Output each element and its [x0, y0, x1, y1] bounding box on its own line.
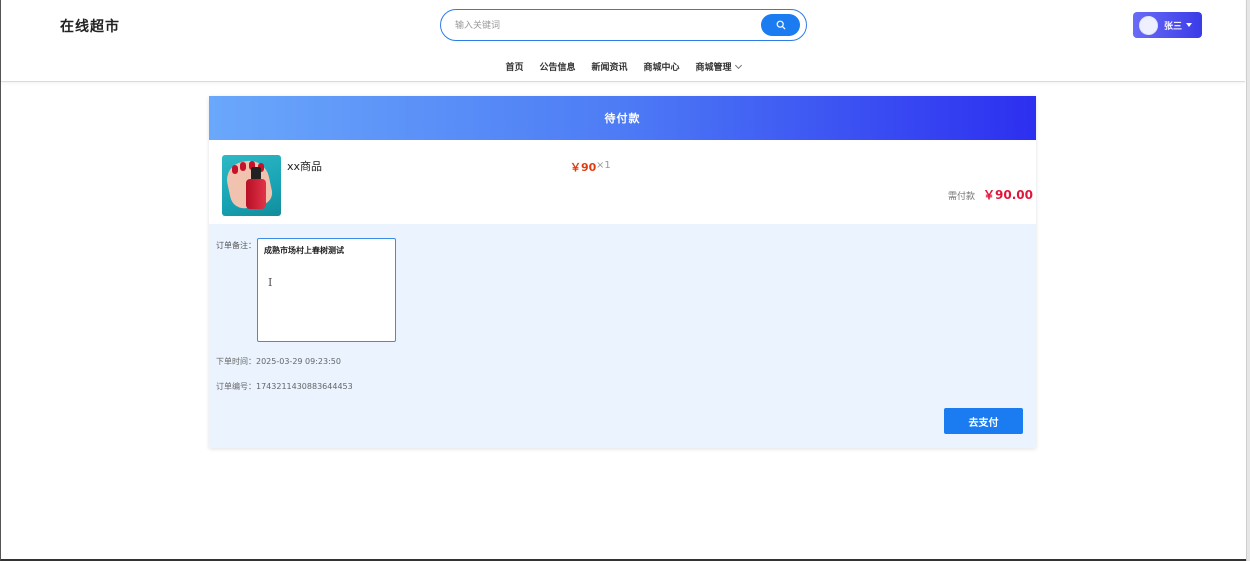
window-scrollbar[interactable] — [1246, 0, 1250, 561]
search-input[interactable] — [455, 17, 755, 35]
search-icon — [776, 20, 785, 30]
avatar — [1139, 15, 1158, 35]
remark-label: 订单备注： — [216, 241, 256, 250]
user-name: 张三 — [1164, 21, 1183, 32]
product-row: xx商品 ￥90 ×1 需付款 ￥90.00 — [209, 140, 1036, 224]
remark-textarea[interactable]: 成熟市场村上春树测试 — [257, 238, 396, 342]
nav-item-mall-center[interactable]: 商城中心 — [644, 60, 680, 73]
pay-button[interactable]: 去支付 — [944, 408, 1023, 434]
total-label: 需付款 — [948, 192, 976, 202]
chevron-down-icon — [734, 61, 742, 69]
main-nav: 首页 公告信息 新闻资讯 商城中心 商城管理 — [1, 60, 1245, 73]
order-number: 订单编号：1743211430883644453 — [216, 381, 353, 392]
nav-item-home[interactable]: 首页 — [505, 60, 523, 73]
order-time-value: 2025-03-29 09:23:50 — [256, 357, 341, 366]
product-quantity: ×1 — [596, 160, 611, 171]
order-status-header: 待付款 — [209, 96, 1036, 140]
nav-item-announcements[interactable]: 公告信息 — [539, 60, 575, 73]
order-card: 待付款 xx商品 ￥90 ×1 需付款 ￥90.00 订单备注： 成熟市场村上春… — [209, 96, 1036, 448]
order-time-label: 下单时间： — [216, 357, 256, 366]
product-price: ￥90 — [570, 161, 597, 174]
order-time: 下单时间：2025-03-29 09:23:50 — [216, 356, 341, 367]
user-menu-button[interactable]: 张三 — [1133, 12, 1202, 38]
nav-item-mall-management[interactable]: 商城管理 — [696, 60, 742, 73]
site-logo[interactable]: 在线超市 — [60, 16, 120, 36]
search-button[interactable] — [761, 14, 800, 36]
top-header: 在线超市 张三 首页 公告信息 新闻资讯 商城中心 商城管理 — [1, 0, 1245, 82]
product-name[interactable]: xx商品 — [287, 158, 322, 174]
order-status-title: 待付款 — [604, 112, 641, 125]
product-image[interactable] — [222, 155, 281, 216]
order-number-label: 订单编号： — [216, 382, 256, 391]
total-amount: ￥90.00 — [983, 188, 1033, 202]
order-number-value: 1743211430883644453 — [256, 382, 353, 391]
search-bar — [440, 9, 807, 41]
text-cursor-icon: I — [268, 276, 273, 289]
caret-down-icon — [1186, 23, 1193, 27]
nav-item-news[interactable]: 新闻资讯 — [591, 60, 627, 73]
